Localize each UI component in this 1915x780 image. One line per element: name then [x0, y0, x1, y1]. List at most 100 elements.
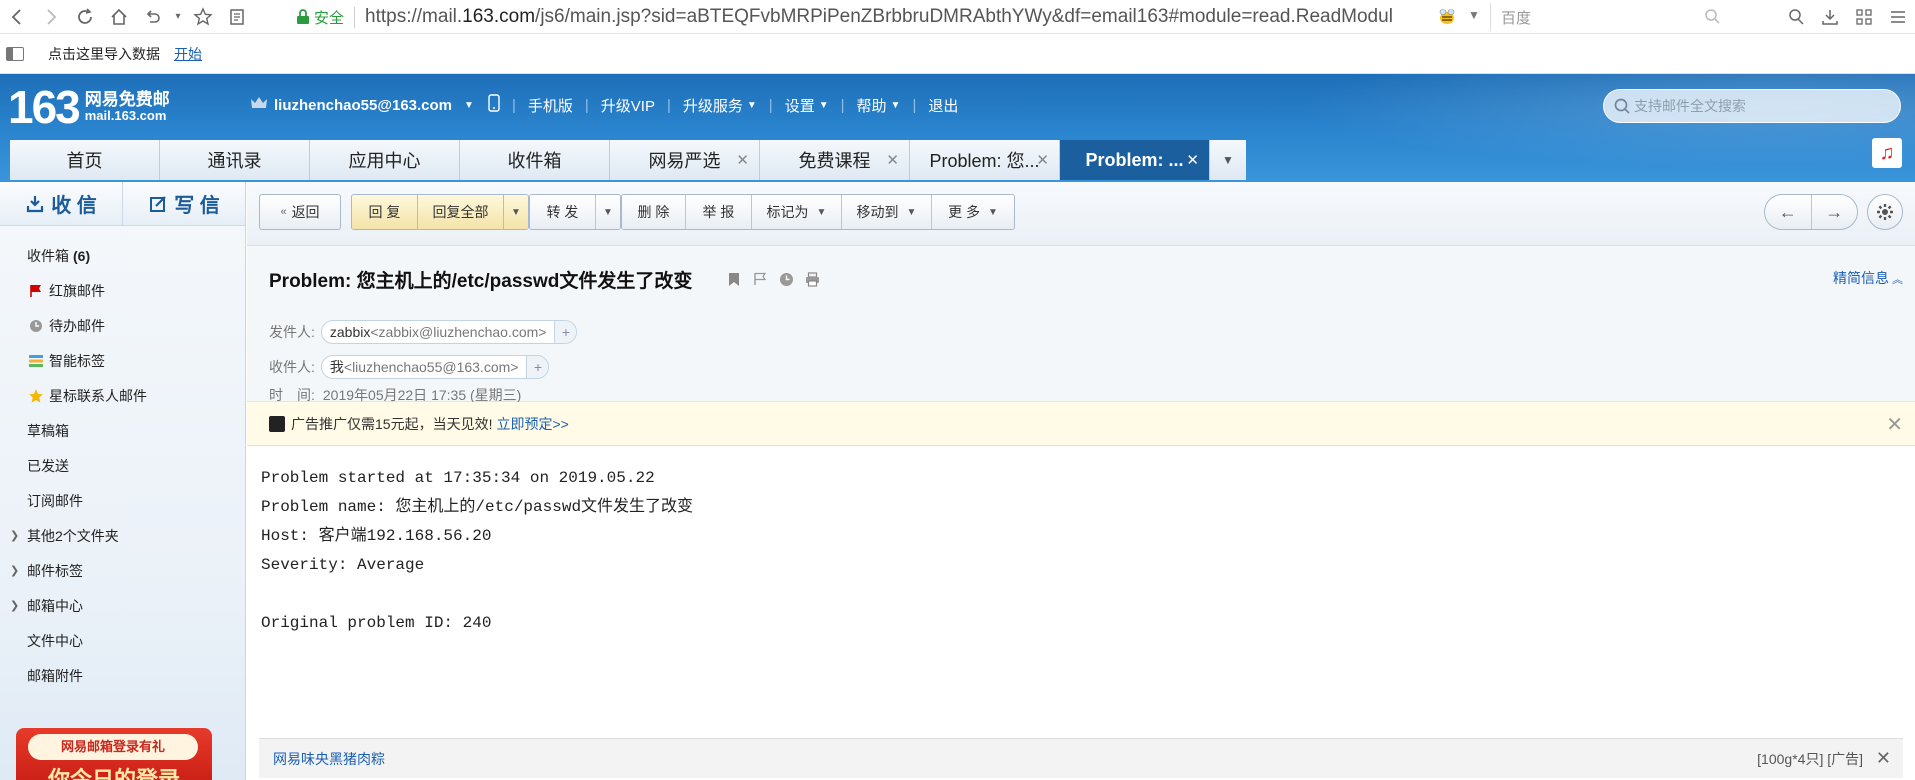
bookmark-star-icon[interactable]	[186, 0, 220, 34]
folder-file-center[interactable]: 文件中心	[0, 623, 245, 658]
tab-app-center[interactable]: 应用中心	[310, 140, 460, 180]
clock-icon[interactable]	[777, 270, 795, 288]
close-icon[interactable]: ✕	[1036, 151, 1049, 169]
tab-yanxuan[interactable]: 网易严选 ✕	[610, 140, 760, 180]
receive-button[interactable]: 收 信	[0, 182, 123, 225]
folder-inbox[interactable]: 收件箱 (6)	[0, 238, 245, 273]
report-button[interactable]: 举 报	[686, 195, 752, 229]
close-icon[interactable]: ✕	[886, 151, 899, 169]
mail-search-input[interactable]: 支持邮件全文搜索	[1603, 89, 1901, 123]
move-to-button[interactable]: 移动到 ▼	[842, 195, 932, 229]
bookmark-icon[interactable]	[725, 270, 743, 288]
gear-icon[interactable]	[1867, 194, 1903, 230]
browser-search-box[interactable]: 百度	[1490, 3, 1730, 31]
close-icon[interactable]: ✕	[1186, 151, 1199, 169]
more-button[interactable]: 更 多 ▼	[932, 195, 1014, 229]
bee-extension-icon[interactable]	[1436, 6, 1458, 28]
subject-actions	[725, 270, 821, 288]
undo-icon[interactable]	[136, 0, 170, 34]
home-icon[interactable]	[102, 0, 136, 34]
tab-home[interactable]: 首页	[10, 140, 160, 180]
folder-other-folders[interactable]: ❯ 其他2个文件夹	[0, 518, 245, 553]
search-icon[interactable]	[1704, 8, 1720, 28]
address-bar[interactable]: 安全 https://mail.163.com/js6/main.jsp?sid…	[296, 3, 1466, 31]
folder-attachments[interactable]: 邮箱附件	[0, 658, 245, 693]
nav-mobile[interactable]: 手机版	[528, 95, 573, 116]
forward-dropdown-button[interactable]: ▼	[596, 195, 620, 229]
undo-dropdown-icon[interactable]: ▾	[170, 0, 186, 34]
chevron-right-icon[interactable]: ❯	[10, 529, 19, 542]
download-icon[interactable]	[1813, 0, 1847, 34]
compose-button[interactable]: 写 信	[123, 182, 245, 225]
next-mail-arrow-icon[interactable]: →	[1812, 195, 1858, 229]
username[interactable]: liuzhenchao55@163.com	[274, 97, 452, 114]
tab-contacts[interactable]: 通讯录	[160, 140, 310, 180]
mark-as-button[interactable]: 标记为 ▼	[752, 195, 842, 229]
from-email: <zabbix@liuzhenchao.com>	[370, 324, 547, 340]
folder-sent[interactable]: 已发送	[0, 448, 245, 483]
add-contact-icon[interactable]: +	[554, 321, 577, 343]
music-icon[interactable]: ♫	[1872, 138, 1902, 168]
chevron-right-icon[interactable]: ❯	[10, 564, 19, 577]
chevron-down-icon[interactable]: ▼	[819, 100, 829, 111]
to-address-pill[interactable]: 我 <liuzhenchao55@163.com> +	[320, 355, 550, 379]
folder-drafts[interactable]: 草稿箱	[0, 413, 245, 448]
tabs-more-button[interactable]: ▼	[1210, 140, 1246, 180]
chevron-right-icon[interactable]: ❯	[10, 599, 19, 612]
folder-subscriptions[interactable]: 订阅邮件	[0, 483, 245, 518]
apps-grid-icon[interactable]	[1847, 0, 1881, 34]
start-link[interactable]: 开始	[174, 44, 202, 64]
reply-all-button[interactable]: 回复全部	[418, 195, 504, 229]
tab-problem-active[interactable]: Problem: ... ✕	[1060, 140, 1210, 180]
folder-mailbox-center[interactable]: ❯ 邮箱中心	[0, 588, 245, 623]
print-icon[interactable]	[803, 270, 821, 288]
nav-logout[interactable]: 退出	[928, 95, 958, 116]
sidebar-toggle-icon[interactable]	[6, 46, 24, 61]
menu-icon[interactable]	[1881, 0, 1915, 34]
add-contact-icon[interactable]: +	[526, 356, 549, 378]
reply-button[interactable]: 回 复	[352, 195, 418, 229]
folder-red-flag[interactable]: 红旗邮件	[0, 273, 245, 308]
nav-settings[interactable]: 设置	[785, 95, 815, 116]
tab-inbox[interactable]: 收件箱	[460, 140, 610, 180]
folder-todo[interactable]: 待办邮件	[0, 308, 245, 343]
flag-icon[interactable]	[751, 270, 769, 288]
nav-upgrade-service[interactable]: 升级服务	[683, 95, 743, 116]
delete-button[interactable]: 删 除	[622, 195, 686, 229]
folder-smart-tags[interactable]: 智能标签	[0, 343, 245, 378]
back-button[interactable]: «返回	[259, 194, 341, 230]
crown-icon	[250, 95, 268, 115]
address-dropdown-icon[interactable]: ▼	[1468, 8, 1480, 22]
chevron-down-icon[interactable]: ▼	[464, 100, 474, 111]
nav-upgrade-vip[interactable]: 升级VIP	[601, 95, 655, 116]
close-icon[interactable]: ✕	[736, 151, 749, 169]
chevron-down-icon[interactable]: ▼	[747, 100, 757, 111]
reading-list-icon[interactable]	[220, 0, 254, 34]
nav-help[interactable]: 帮助	[857, 95, 887, 116]
close-icon[interactable]: ✕	[1876, 748, 1891, 769]
logo[interactable]: 163 网易免费邮 mail.163.com	[8, 84, 170, 130]
url-text[interactable]: https://mail.163.com/js6/main.jsp?sid=aB…	[365, 6, 1393, 28]
reload-icon[interactable]	[68, 0, 102, 34]
close-icon[interactable]: ✕	[1886, 412, 1903, 437]
ad-link[interactable]: 立即预定>>	[496, 414, 568, 434]
search-icon	[1613, 97, 1631, 118]
from-address-pill[interactable]: zabbix <zabbix@liuzhenchao.com> +	[320, 320, 578, 344]
import-data-text[interactable]: 点击这里导入数据	[48, 44, 160, 64]
folder-starred-contacts[interactable]: 星标联系人邮件	[0, 378, 245, 413]
folder-mail-tags[interactable]: ❯ 邮件标签	[0, 553, 245, 588]
tab-problem-1[interactable]: Problem: 您... ✕	[910, 140, 1060, 180]
compact-info-link[interactable]: 精简信息 ︽	[1833, 268, 1903, 288]
user-icon[interactable]	[1779, 0, 1813, 34]
forward-icon[interactable]	[34, 0, 68, 34]
forward-button[interactable]: 转 发	[530, 195, 596, 229]
receive-icon	[27, 195, 44, 212]
login-promo-banner[interactable]: 网易邮箱登录有礼 你今日的登录	[16, 728, 212, 780]
back-icon[interactable]	[0, 0, 34, 34]
bottom-ad-link[interactable]: 网易味央黑猪肉粽	[273, 749, 385, 769]
reply-dropdown-button[interactable]: ▼	[504, 195, 528, 229]
tab-free-course[interactable]: 免费课程 ✕	[760, 140, 910, 180]
previous-mail-arrow-icon[interactable]: ←	[1765, 195, 1812, 229]
mobile-icon[interactable]	[488, 94, 500, 116]
chevron-down-icon[interactable]: ▼	[891, 100, 901, 111]
